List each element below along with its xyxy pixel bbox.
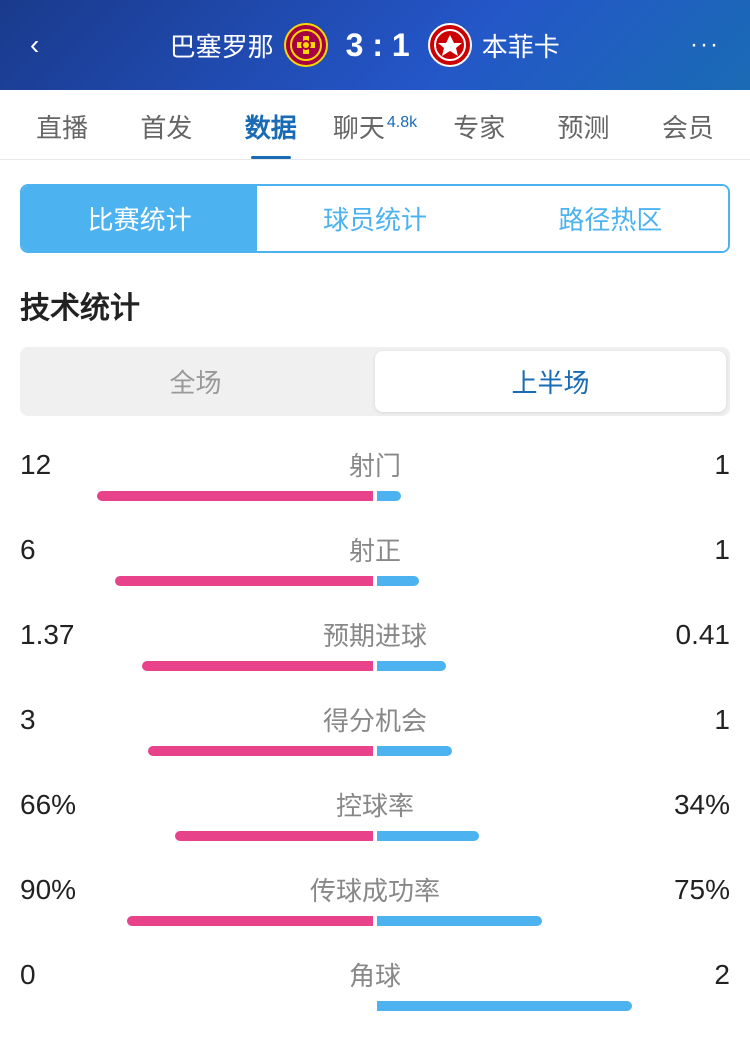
sub-tabs: 比赛统计 球员统计 路径热区: [20, 184, 730, 253]
sub-tab-heatmap[interactable]: 路径热区: [493, 186, 728, 251]
stat-left-value-4: 66%: [20, 789, 100, 821]
stat-row: 3 得分机会 1: [20, 701, 730, 756]
stat-row: 6 射正 1: [20, 531, 730, 586]
bar-right-side-5: [375, 916, 730, 926]
bar-right-5: [377, 916, 542, 926]
nav-tabs: 直播 首发 数据 聊天4.8k 专家 预测 会员: [0, 90, 750, 160]
stat-labels-6: 0 角球 2: [20, 956, 730, 993]
bar-right-side-3: [375, 746, 730, 756]
stat-row: 0 角球 2: [20, 956, 730, 1011]
bar-left-3: [148, 746, 373, 756]
team-home-logo: [284, 23, 328, 67]
bar-left-side-6: [20, 1001, 375, 1011]
stat-right-value-2: 0.41: [650, 619, 730, 651]
stat-row: 90% 传球成功率 75%: [20, 871, 730, 926]
bar-left-5: [127, 916, 373, 926]
team-away-name: 本菲卡: [482, 27, 560, 64]
stat-right-value-0: 1: [650, 449, 730, 481]
stat-bars-2: [20, 661, 730, 671]
period-first-half[interactable]: 上半场: [375, 351, 726, 412]
period-full[interactable]: 全场: [20, 347, 371, 416]
sub-tab-player[interactable]: 球员统计: [257, 186, 492, 251]
stat-right-value-4: 34%: [650, 789, 730, 821]
stat-labels-0: 12 射门 1: [20, 446, 730, 483]
bar-right-side-6: [375, 1001, 730, 1011]
tab-expert[interactable]: 专家: [427, 90, 531, 159]
bar-right-0: [377, 491, 401, 501]
stat-right-value-6: 2: [650, 959, 730, 991]
team-away-logo: [428, 23, 472, 67]
stat-right-value-1: 1: [650, 534, 730, 566]
bar-left-side-4: [20, 831, 375, 841]
bar-right-side-1: [375, 576, 730, 586]
stat-name-3: 得分机会: [100, 701, 650, 738]
bar-right-side-4: [375, 831, 730, 841]
stat-row: 12 射门 1: [20, 446, 730, 501]
tab-predict[interactable]: 预测: [531, 90, 635, 159]
sub-tab-match[interactable]: 比赛统计: [22, 186, 257, 251]
stats-container: 12 射门 1 6 射正 1 1.37: [0, 436, 750, 1051]
stat-bars-0: [20, 491, 730, 501]
team-home-name: 巴塞罗那: [170, 27, 274, 64]
bar-left-side-3: [20, 746, 375, 756]
stat-left-value-1: 6: [20, 534, 100, 566]
stat-name-4: 控球率: [100, 786, 650, 823]
stat-name-2: 预期进球: [100, 616, 650, 653]
stat-right-value-5: 75%: [650, 874, 730, 906]
section-title: 技术统计: [0, 273, 750, 347]
stat-left-value-3: 3: [20, 704, 100, 736]
stat-labels-3: 3 得分机会 1: [20, 701, 730, 738]
bar-left-side-1: [20, 576, 375, 586]
bar-right-6: [377, 1001, 632, 1011]
bar-left-1: [115, 576, 373, 586]
bar-right-4: [377, 831, 479, 841]
stat-right-value-3: 1: [650, 704, 730, 736]
period-selector: 全场 上半场: [20, 347, 730, 416]
stat-row: 66% 控球率 34%: [20, 786, 730, 841]
stat-bars-1: [20, 576, 730, 586]
stat-bars-6: [20, 1001, 730, 1011]
bar-right-1: [377, 576, 419, 586]
bar-right-side-0: [375, 491, 730, 501]
stat-labels-1: 6 射正 1: [20, 531, 730, 568]
chat-badge: 4.8k: [387, 114, 417, 131]
stat-left-value-0: 12: [20, 449, 100, 481]
stat-labels-4: 66% 控球率 34%: [20, 786, 730, 823]
stat-labels-2: 1.37 预期进球 0.41: [20, 616, 730, 653]
tab-lineup[interactable]: 首发: [114, 90, 218, 159]
stat-name-0: 射门: [100, 446, 650, 483]
bar-right-side-2: [375, 661, 730, 671]
tab-chat[interactable]: 聊天4.8k: [323, 90, 427, 159]
header: ‹ 巴塞罗那 3 : 1 本菲卡 ···: [0, 0, 750, 90]
score-display: 3 : 1: [346, 27, 410, 64]
tab-vip[interactable]: 会员: [636, 90, 740, 159]
stat-labels-5: 90% 传球成功率 75%: [20, 871, 730, 908]
match-info: 巴塞罗那 3 : 1 本菲卡: [49, 23, 680, 67]
stat-left-value-6: 0: [20, 959, 100, 991]
bar-left-side-0: [20, 491, 375, 501]
tab-data[interactable]: 数据: [219, 90, 323, 159]
bar-left-2: [142, 661, 373, 671]
tab-live[interactable]: 直播: [10, 90, 114, 159]
bar-right-2: [377, 661, 446, 671]
stat-bars-3: [20, 746, 730, 756]
stat-bars-5: [20, 916, 730, 926]
bar-left-side-5: [20, 916, 375, 926]
back-button[interactable]: ‹: [20, 19, 49, 71]
bar-left-0: [97, 491, 373, 501]
bar-left-4: [175, 831, 373, 841]
stat-name-6: 角球: [100, 956, 650, 993]
stat-bars-4: [20, 831, 730, 841]
bar-left-side-2: [20, 661, 375, 671]
bar-right-3: [377, 746, 452, 756]
stat-left-value-2: 1.37: [20, 619, 100, 651]
stat-row: 1.37 预期进球 0.41: [20, 616, 730, 671]
stat-left-value-5: 90%: [20, 874, 100, 906]
more-button[interactable]: ···: [680, 21, 730, 69]
stat-name-5: 传球成功率: [100, 871, 650, 908]
stat-name-1: 射正: [100, 531, 650, 568]
